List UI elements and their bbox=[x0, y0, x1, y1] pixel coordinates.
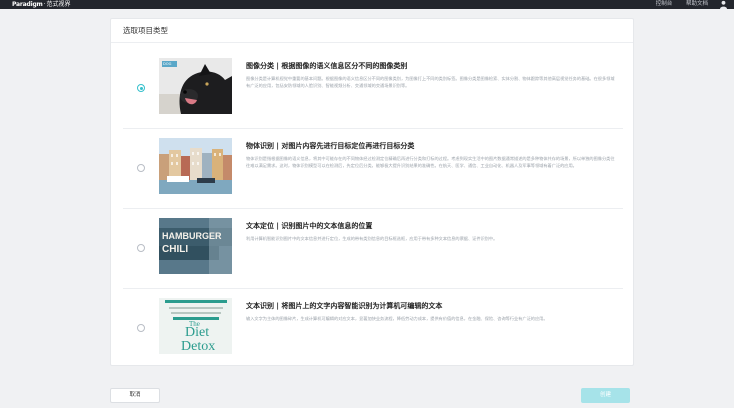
top-bar: Paradigm·范式视界 控制台 帮助文档 bbox=[0, 0, 734, 9]
dog-tag: DOG bbox=[163, 62, 172, 66]
cancel-button[interactable]: 取消 bbox=[110, 388, 160, 403]
project-type-panel: 选取项目类型 DOG 图像分类 | 根据图像的语义信息区分不同的图像类别 图像分… bbox=[110, 18, 634, 366]
radio-text-localization[interactable] bbox=[137, 244, 145, 252]
radio-text-recognition[interactable] bbox=[137, 324, 145, 332]
option-description: 图像分类是计算机视觉中重要的基本问题。根据图像的语义信息区分不同的图像类别，为图… bbox=[246, 76, 615, 88]
option-description: 利用计算机智能识别图片中的文本信息并进行定位，生成的带有类别信息的目标框选框，应… bbox=[246, 236, 498, 241]
option-title: 物体识别 | 对图片内容先进行目标定位再进行目标分类 bbox=[246, 142, 415, 150]
option-image-classification[interactable]: DOG 图像分类 | 根据图像的语义信息区分不同的图像类别 图像分类是计算机视觉… bbox=[123, 49, 623, 129]
user-icon[interactable] bbox=[719, 0, 728, 9]
sign-word-2: CHILI bbox=[162, 244, 189, 255]
title-divider bbox=[111, 42, 633, 43]
option-description: 物体识别是指根据图像的语义信息，将其中可能存在的不同物体经过检测定位精确后再进行… bbox=[246, 156, 615, 168]
option-text-localization[interactable]: HAMBURGER CHILI 文本定位 | 识别图片中的文本信息的位置 利用计… bbox=[123, 209, 623, 289]
sign-word-1: HAMBURGER bbox=[162, 231, 222, 241]
console-link[interactable]: 控制台 bbox=[656, 1, 673, 7]
help-docs-link[interactable]: 帮助文档 bbox=[686, 1, 708, 7]
logo-text: Paradigm bbox=[12, 1, 43, 8]
book-cover-thumbnail: The Diet Detox bbox=[159, 298, 232, 354]
product-name: 范式视界 bbox=[46, 1, 71, 8]
radio-image-classification[interactable] bbox=[137, 84, 145, 92]
option-text-recognition[interactable]: The Diet Detox 文本识别 | 将图片上的文字内容智能识别为计算机可… bbox=[123, 289, 623, 369]
option-title: 图像分类 | 根据图像的语义信息区分不同的图像类别 bbox=[246, 62, 408, 70]
panel-title: 选取项目类型 bbox=[123, 26, 168, 35]
dog-thumbnail: DOG bbox=[159, 58, 232, 114]
radio-object-detection[interactable] bbox=[137, 164, 145, 172]
create-button[interactable]: 创建 bbox=[581, 388, 630, 403]
option-object-detection[interactable]: 物体识别 | 对图片内容先进行目标定位再进行目标分类 物体识别是指根据图像的语义… bbox=[123, 129, 623, 209]
logo[interactable]: Paradigm·范式视界 bbox=[12, 0, 71, 9]
option-title: 文本定位 | 识别图片中的文本信息的位置 bbox=[246, 222, 373, 230]
logo-separator: · bbox=[43, 1, 46, 8]
option-description: 输入文字为主体的图像碎片，生成计算机可编辑的对应文本，显著加快业务流程，降低劳动… bbox=[246, 316, 548, 321]
cover-word-3: Detox bbox=[181, 339, 216, 354]
top-nav: 控制台 帮助文档 bbox=[644, 0, 708, 9]
option-title: 文本识别 | 将图片上的文字内容智能识别为计算机可编辑的文本 bbox=[246, 302, 443, 310]
hamburger-sign-thumbnail: HAMBURGER CHILI bbox=[159, 218, 232, 274]
city-thumbnail bbox=[159, 138, 232, 194]
